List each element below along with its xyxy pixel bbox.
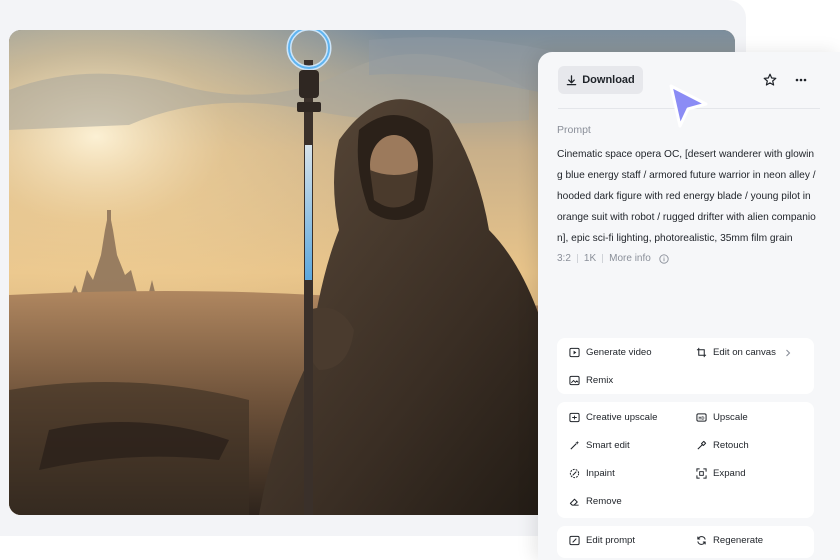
creative-upscale-button[interactable]: Creative upscale (569, 412, 657, 423)
smart-edit-button[interactable]: Smart edit (569, 440, 630, 451)
remix-button[interactable]: Remix (569, 375, 613, 386)
resolution: 1K (583, 253, 597, 264)
crop-canvas-icon (696, 347, 707, 358)
generate-video-label: Generate video (586, 347, 652, 358)
magic-wand-icon (570, 440, 580, 450)
refresh-icon (697, 536, 706, 545)
video-play-icon (569, 347, 580, 358)
download-label: Download (582, 74, 635, 86)
meta-separator (576, 254, 578, 263)
image-meta: 3:2 1K More info (557, 253, 669, 264)
more-options-button[interactable] (793, 72, 809, 88)
inpaint-button[interactable]: Inpaint (569, 468, 615, 479)
brush-icon (697, 440, 707, 450)
edit-tools-group: Creative upscale HD Upscale Smart edit R… (557, 402, 814, 518)
chevron-right-icon (786, 349, 791, 356)
creative-upscale-icon (569, 412, 580, 423)
expand-button[interactable]: Expand (696, 468, 746, 479)
prompt-tools-group: Edit prompt Regenerate (557, 526, 814, 558)
edit-on-canvas-button[interactable]: Edit on canvas (696, 347, 792, 358)
regenerate-button[interactable]: Regenerate (696, 535, 763, 546)
more-horizontal-icon (795, 78, 807, 82)
edit-prompt-button[interactable]: Edit prompt (569, 535, 635, 546)
expand-label: Expand (713, 468, 746, 479)
download-button[interactable]: Download (558, 66, 643, 94)
retouch-button[interactable]: Retouch (696, 440, 749, 451)
upscale-button[interactable]: HD Upscale (696, 412, 748, 423)
retouch-label: Retouch (713, 440, 749, 451)
edit-on-canvas-label: Edit on canvas (713, 347, 776, 358)
prompt-label: Prompt (557, 124, 591, 136)
aspect-ratio: 3:2 (557, 253, 571, 264)
prompt-text: Cinematic space opera OC, [desert wander… (557, 149, 816, 244)
smart-edit-label: Smart edit (586, 440, 630, 451)
info-icon[interactable] (659, 253, 669, 264)
remix-label: Remix (586, 375, 614, 386)
favorite-button[interactable] (762, 72, 778, 88)
inpaint-label: Inpaint (586, 468, 615, 479)
creative-upscale-label: Creative upscale (586, 412, 658, 423)
pointer-cursor-icon (669, 84, 708, 128)
eraser-icon (569, 498, 579, 506)
remove-label: Remove (586, 496, 622, 507)
download-icon (566, 74, 577, 85)
remove-button[interactable]: Remove (569, 496, 622, 507)
meta-separator (602, 254, 604, 263)
image-remix-icon (569, 375, 580, 386)
upscale-label: Upscale (713, 412, 748, 423)
video-tools-group: Generate video Edit on canvas Remix (557, 338, 814, 394)
regenerate-label: Regenerate (713, 535, 764, 546)
more-info-link[interactable]: More info (609, 253, 651, 264)
star-icon (763, 73, 777, 86)
edit-prompt-icon (569, 535, 580, 546)
generate-video-button[interactable]: Generate video (569, 347, 652, 358)
edit-prompt-label: Edit prompt (586, 535, 636, 546)
expand-icon (696, 468, 707, 479)
inpaint-icon (569, 468, 580, 479)
hd-upscale-icon: HD (696, 413, 707, 422)
svg-text:HD: HD (699, 415, 705, 420)
